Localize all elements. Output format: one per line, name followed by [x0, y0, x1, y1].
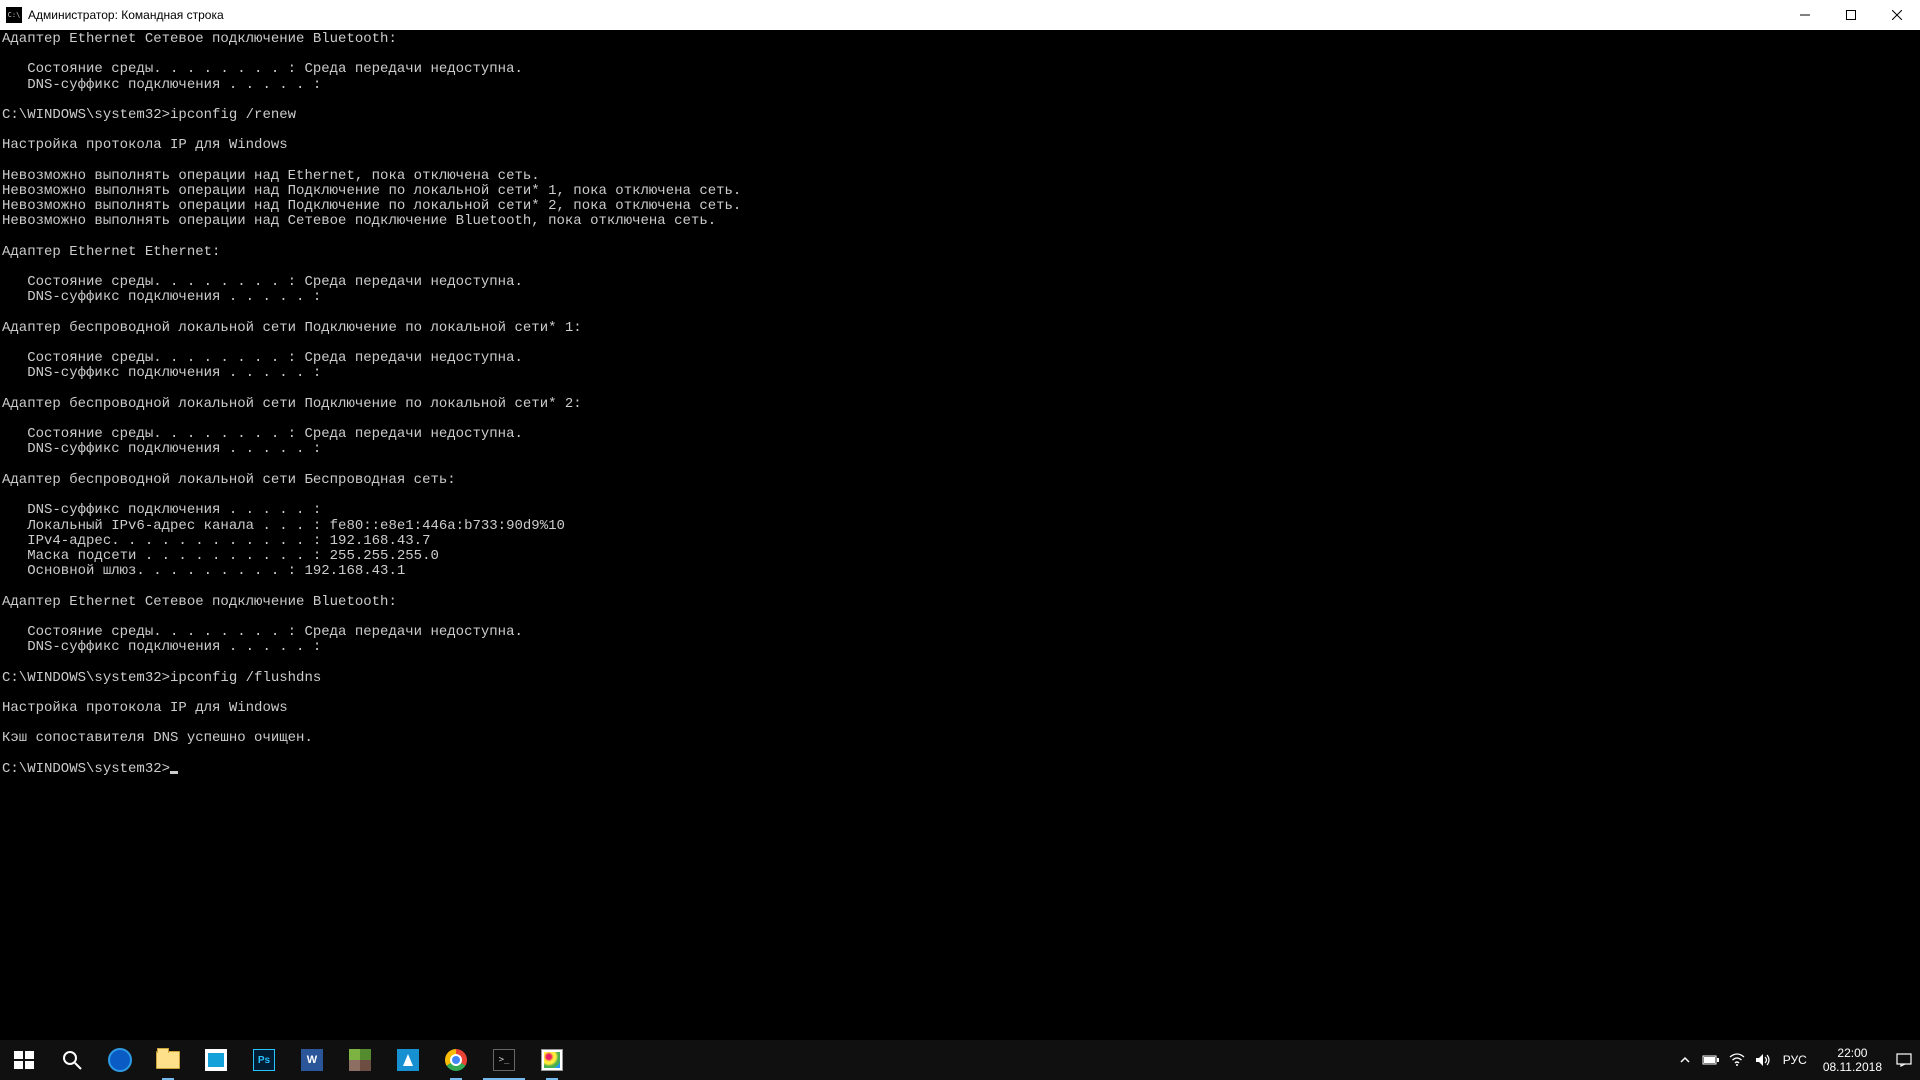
terminal-cursor: [170, 771, 178, 774]
tray-time: 22:00: [1837, 1046, 1867, 1060]
notification-icon: [1896, 1053, 1912, 1067]
title-bar[interactable]: Администратор: Командная строка: [0, 0, 1920, 30]
chrome-icon: [445, 1049, 467, 1071]
word-icon: W: [301, 1049, 323, 1071]
tray-language[interactable]: РУС: [1777, 1040, 1813, 1080]
taskbar-app-edge[interactable]: [96, 1040, 144, 1080]
vegas-icon: [397, 1049, 419, 1071]
window-title: Администратор: Командная строка: [28, 8, 224, 22]
battery-icon: [1702, 1054, 1720, 1066]
volume-icon: [1755, 1053, 1771, 1067]
taskbar-app-word[interactable]: W: [288, 1040, 336, 1080]
taskbar-left: Ps W >_: [0, 1040, 576, 1080]
maximize-button[interactable]: [1828, 0, 1874, 30]
tray-action-center[interactable]: [1892, 1040, 1916, 1080]
taskbar-app-explorer[interactable]: [144, 1040, 192, 1080]
taskbar-app-cmd[interactable]: >_: [480, 1040, 528, 1080]
taskbar-spacer: [576, 1040, 1673, 1080]
chevron-up-icon: [1679, 1054, 1691, 1066]
tray-wifi[interactable]: [1725, 1040, 1749, 1080]
edge-icon: [108, 1048, 132, 1072]
store-icon: [205, 1049, 227, 1071]
cmd-icon: >_: [493, 1049, 515, 1071]
taskbar-app-chrome[interactable]: [432, 1040, 480, 1080]
taskbar-app-minecraft[interactable]: [336, 1040, 384, 1080]
tray-clock[interactable]: 22:00 08.11.2018: [1815, 1040, 1890, 1080]
tray-battery[interactable]: [1699, 1040, 1723, 1080]
close-button[interactable]: [1874, 0, 1920, 30]
search-icon: [60, 1048, 84, 1072]
taskbar-app-store[interactable]: [192, 1040, 240, 1080]
start-button[interactable]: [0, 1040, 48, 1080]
taskbar-app-photoshop[interactable]: Ps: [240, 1040, 288, 1080]
taskbar-app-paint[interactable]: [528, 1040, 576, 1080]
tray-volume[interactable]: [1751, 1040, 1775, 1080]
cmd-app-icon: [6, 7, 22, 23]
tray-date: 08.11.2018: [1823, 1060, 1882, 1074]
search-button[interactable]: [48, 1040, 96, 1080]
photoshop-icon: Ps: [253, 1049, 275, 1071]
paint-icon: [541, 1049, 563, 1071]
minecraft-icon: [349, 1049, 371, 1071]
folder-icon: [156, 1051, 180, 1069]
terminal-output[interactable]: Адаптер Ethernet Сетевое подключение Blu…: [0, 30, 1920, 1040]
minimize-button[interactable]: [1782, 0, 1828, 30]
taskbar: Ps W >_ РУС: [0, 1040, 1920, 1080]
wifi-icon: [1729, 1053, 1745, 1067]
system-tray: РУС 22:00 08.11.2018: [1673, 1040, 1920, 1080]
tray-chevron-up[interactable]: [1673, 1040, 1697, 1080]
taskbar-app-vegas[interactable]: [384, 1040, 432, 1080]
windows-icon: [12, 1048, 36, 1072]
